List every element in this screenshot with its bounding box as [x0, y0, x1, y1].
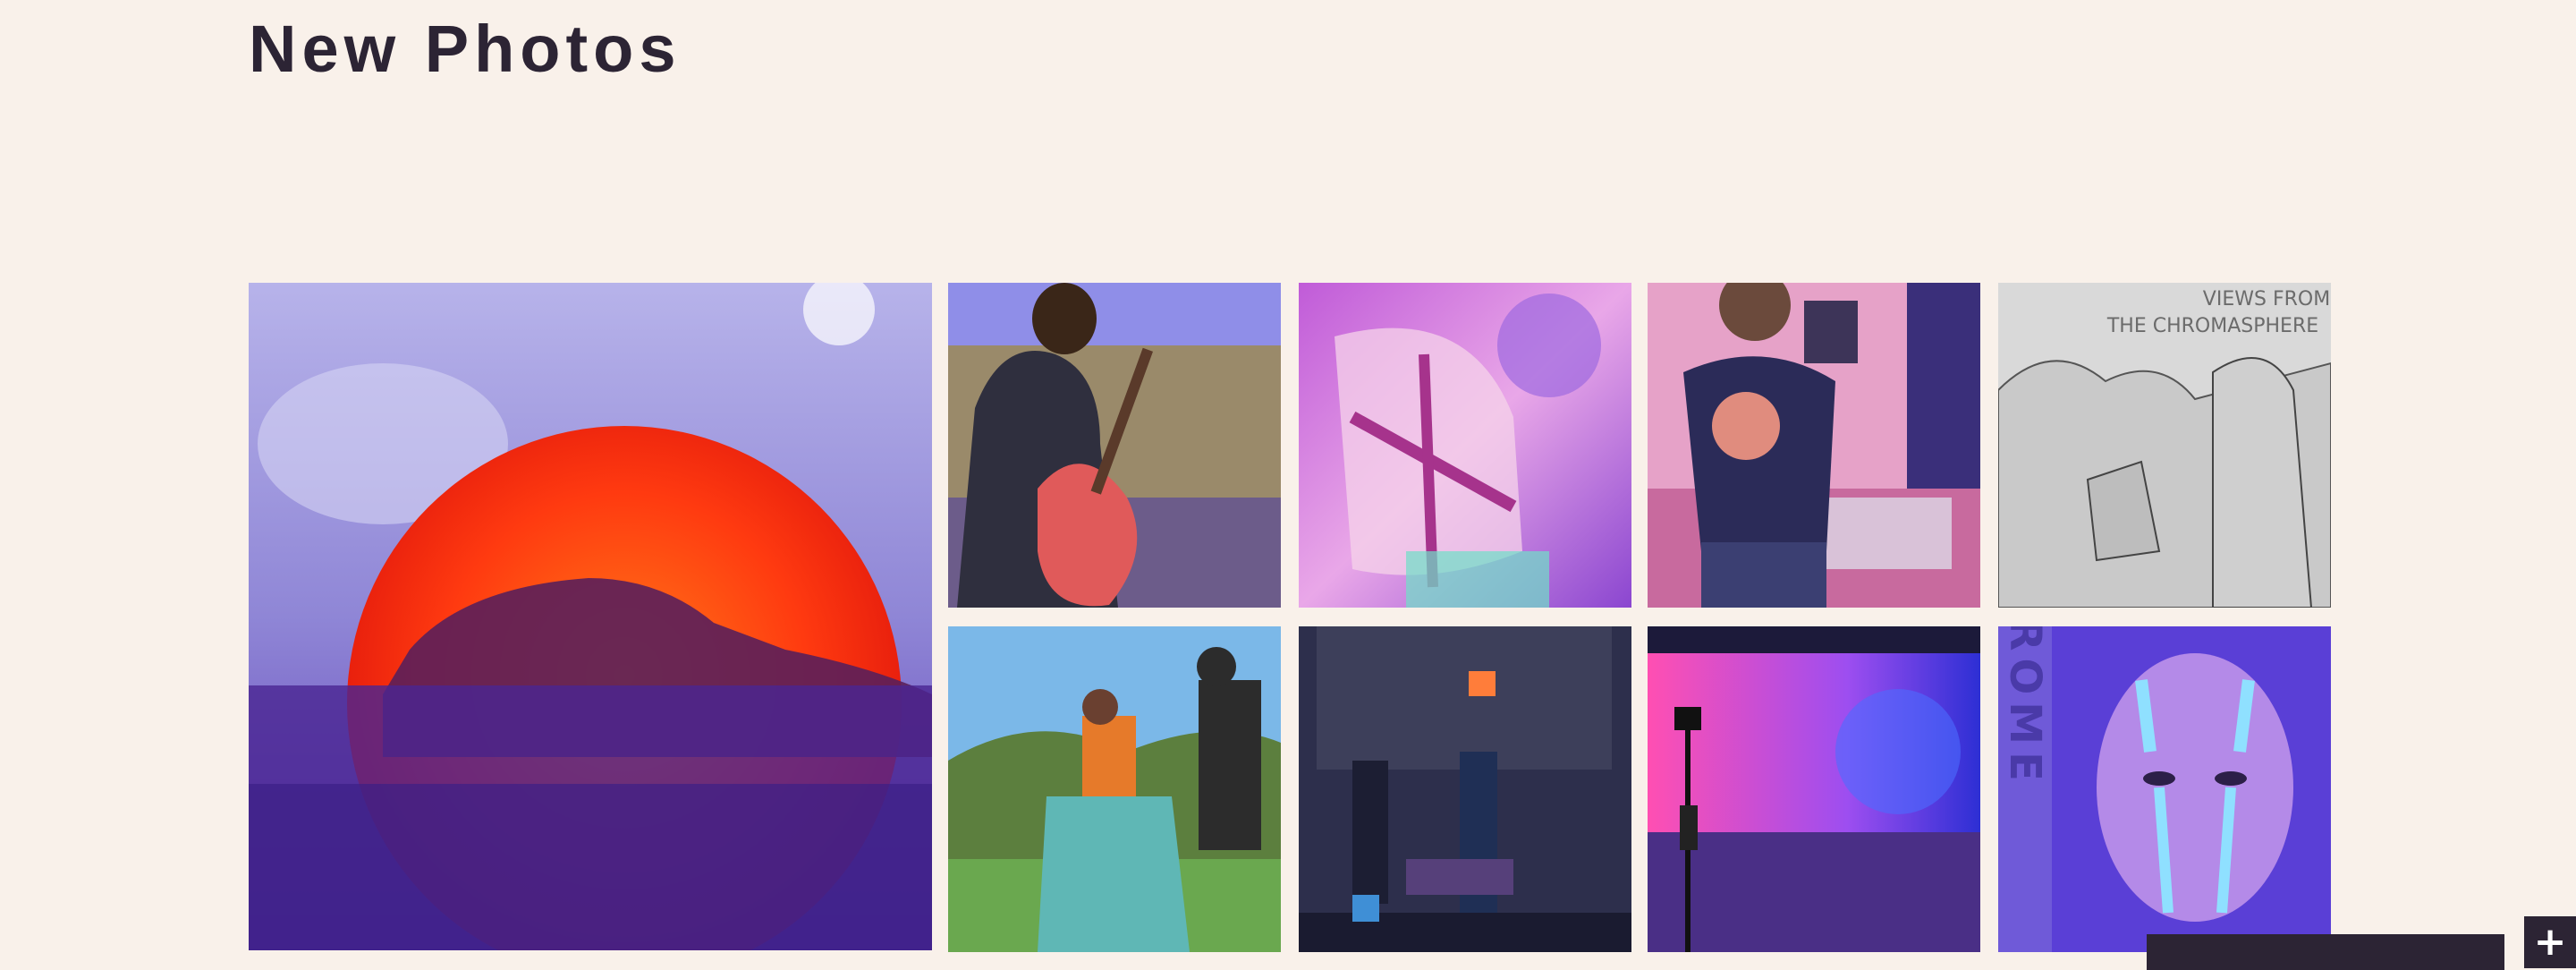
poster-text-line-1: VIEWS FROM [2203, 288, 2330, 311]
page-title: New Photos [249, 12, 682, 86]
photo-tile-chromasphere-poster[interactable]: VIEWS FROM THE CHROMASPHERE [1998, 283, 2331, 608]
poster-text-line-2: THE CHROMASPHERE [2106, 315, 2318, 337]
photo-tile-guitar-player[interactable] [948, 283, 1281, 608]
photo-tile-pink-window[interactable] [1299, 283, 1631, 608]
photo-tile-mirror-selfie[interactable] [1648, 283, 1980, 608]
photo-tile-red-sun-car[interactable] [249, 283, 932, 950]
photo-tile-outdoor-performance[interactable] [948, 626, 1281, 952]
side-text-chrome: CHROME [2000, 626, 2050, 788]
plus-button[interactable]: + [2524, 916, 2576, 968]
photo-tile-lit-studio[interactable] [1648, 626, 1980, 952]
bottom-bar [2147, 934, 2504, 970]
photo-tile-film-set[interactable] [1299, 626, 1631, 952]
plus-icon: + [2533, 919, 2567, 965]
photo-tile-glitter-face[interactable]: CHROME [1998, 626, 2331, 952]
